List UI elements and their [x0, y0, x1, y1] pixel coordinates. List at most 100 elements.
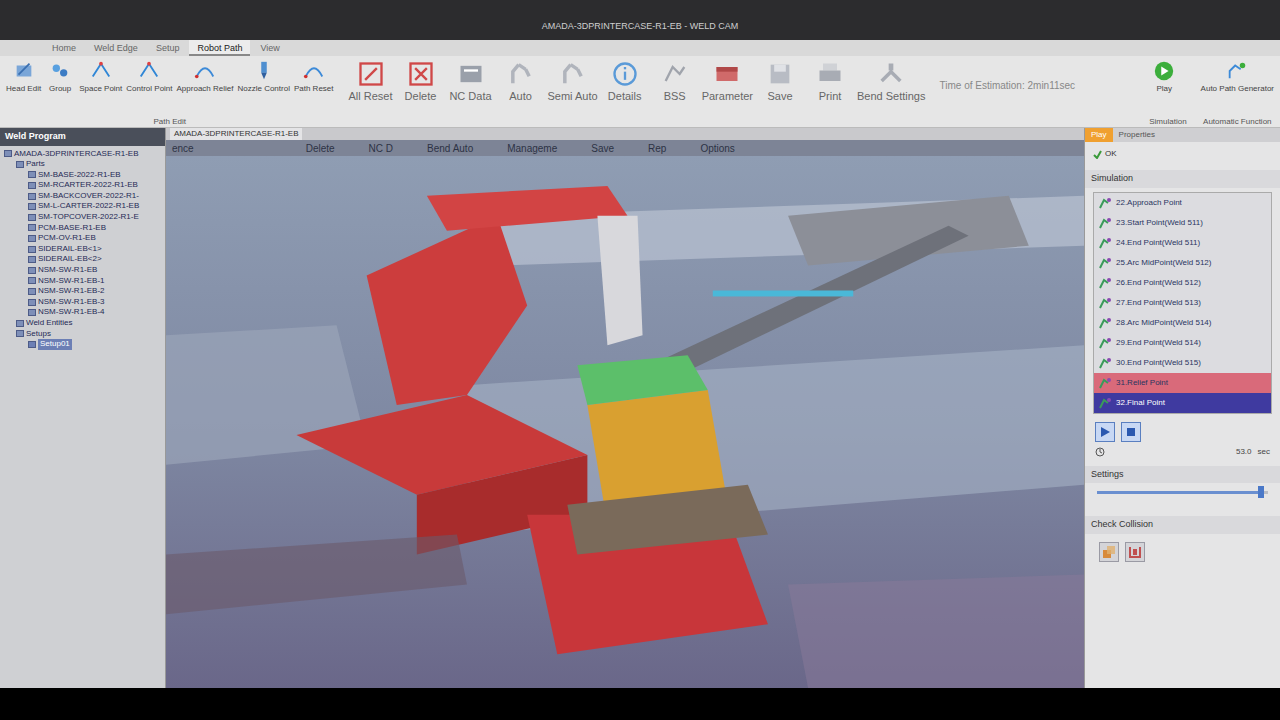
- tree-item[interactable]: Setup01: [2, 339, 163, 350]
- ribbon-button[interactable]: Delete: [398, 58, 444, 127]
- overlay-toolbar-item[interactable]: Options: [694, 141, 740, 156]
- collision-check-button[interactable]: [1099, 542, 1119, 562]
- overlay-toolbar-item[interactable]: Delete: [300, 141, 341, 156]
- tree-item[interactable]: Weld Entities: [2, 318, 163, 329]
- simulation-step[interactable]: 31.Relief Point: [1094, 373, 1271, 393]
- tree-item[interactable]: Setups: [2, 329, 163, 340]
- overlay-toolbar-item[interactable]: NC D: [363, 141, 399, 156]
- node-icon: [28, 267, 36, 274]
- ribbon-button[interactable]: Bend Settings: [857, 58, 926, 127]
- speed-slider[interactable]: [1097, 491, 1268, 494]
- tree-item[interactable]: PCM-BASE-R1-EB: [2, 223, 163, 234]
- panel-tab[interactable]: Play: [1085, 128, 1113, 142]
- ribbon-tab[interactable]: Weld Edge: [86, 40, 146, 56]
- simulation-step[interactable]: 26.End Point(Weld 512): [1094, 273, 1271, 293]
- tree-item[interactable]: PCM-OV-R1-EB: [2, 233, 163, 244]
- overlay-toolbar-item[interactable]: Save: [585, 141, 620, 156]
- ribbon-tab[interactable]: View: [252, 40, 287, 56]
- robot-step-icon: [1098, 376, 1112, 390]
- simulation-step[interactable]: 24.End Point(Weld 511): [1094, 233, 1271, 253]
- tree-item[interactable]: NSM-SW-R1-EB-1: [2, 276, 163, 287]
- ribbon-button[interactable]: Group: [45, 58, 75, 117]
- simulation-step[interactable]: 22.Approach Point: [1094, 193, 1271, 213]
- ribbon-button[interactable]: Semi Auto: [548, 58, 598, 127]
- ribbon-button[interactable]: All Reset: [348, 58, 394, 127]
- ribbon-button[interactable]: Auto Path Generator: [1201, 58, 1274, 117]
- tree-item[interactable]: NSM-SW-R1-EB: [2, 265, 163, 276]
- tree-item[interactable]: SM-BACKCOVER-2022-R1-: [2, 191, 163, 202]
- document-tab[interactable]: AMADA-3DPRINTERCASE-R1-EB: [170, 128, 302, 140]
- window-title: AMADA-3DPRINTERCASE-R1-EB - WELD CAM: [542, 20, 739, 34]
- node-icon: [28, 299, 36, 306]
- weld-program-panel: Weld ProgramAMADA-3DPRINTERCASE-R1-EBPar…: [0, 128, 166, 688]
- 3d-viewport[interactable]: [166, 156, 1084, 688]
- tree-item[interactable]: AMADA-3DPRINTERCASE-R1-EB: [2, 149, 163, 160]
- estimation-label: Time of Estimation:: [940, 80, 1025, 91]
- tree-label: NSM-SW-R1-EB-3: [38, 297, 105, 308]
- tree-item[interactable]: NSM-SW-R1-EB-4: [2, 307, 163, 318]
- overlay-toolbar-item[interactable]: Rep: [642, 141, 672, 156]
- ribbon-tab[interactable]: Home: [44, 40, 84, 56]
- ribbon-button[interactable]: Play: [1149, 58, 1179, 117]
- ribbon-button[interactable]: Space Point: [79, 58, 122, 117]
- play-button[interactable]: [1095, 422, 1115, 442]
- tree-item[interactable]: SM-BASE-2022-R1-EB: [2, 170, 163, 181]
- tree-item[interactable]: SM-L-CARTER-2022-R1-EB: [2, 201, 163, 212]
- ribbon-button[interactable]: Save: [757, 58, 803, 127]
- ok-button[interactable]: OK: [1085, 142, 1280, 164]
- simulation-time: 53.0sec: [1085, 444, 1280, 460]
- tree-item[interactable]: SM-RCARTER-2022-R1-EB: [2, 180, 163, 191]
- tree-label: AMADA-3DPRINTERCASE-R1-EB: [14, 149, 138, 160]
- ribbon-tab[interactable]: Robot Path: [189, 40, 250, 56]
- robot-step-icon: [1098, 256, 1112, 270]
- tree-item[interactable]: SIDERAIL-EB<2>: [2, 254, 163, 265]
- ribbon-button[interactable]: Approach Relief: [177, 58, 234, 117]
- simulation-step[interactable]: 28.Arc MidPoint(Weld 514): [1094, 313, 1271, 333]
- ribbon-button[interactable]: Details: [602, 58, 648, 127]
- ribbon-button[interactable]: Parameter: [702, 58, 753, 127]
- node-icon: [28, 288, 36, 295]
- tree-item[interactable]: NSM-SW-R1-EB-2: [2, 286, 163, 297]
- simulation-step[interactable]: 27.End Point(Weld 513): [1094, 293, 1271, 313]
- ribbon-button[interactable]: Print: [807, 58, 853, 127]
- robot-step-icon: [1098, 276, 1112, 290]
- ribbon-tab[interactable]: Setup: [148, 40, 188, 56]
- ribbon-button[interactable]: Head Edit: [6, 58, 41, 117]
- node-icon: [28, 171, 36, 178]
- simulation-step[interactable]: 23.Start Point(Weld 511): [1094, 213, 1271, 233]
- ribbon-tabs: HomeWeld EdgeSetupRobot PathView: [0, 40, 1280, 56]
- ribbon-button-label: Head Edit: [6, 84, 41, 93]
- overlay-toolbar-item[interactable]: Manageme: [501, 141, 563, 156]
- overlay-toolbar-item[interactable]: ence: [166, 141, 200, 156]
- tree-item[interactable]: SM-TOPCOVER-2022-R1-E: [2, 212, 163, 223]
- stop-button[interactable]: [1121, 422, 1141, 442]
- ribbon-button-label: Print: [819, 90, 842, 102]
- simulation-step[interactable]: 32.Final Point: [1094, 393, 1271, 413]
- auto-icon: [559, 60, 587, 88]
- save-icon: [766, 60, 794, 88]
- ribbon-button[interactable]: Control Point: [126, 58, 172, 117]
- step-label: 25.Arc MidPoint(Weld 512): [1116, 257, 1211, 269]
- ribbon-button[interactable]: BSS: [652, 58, 698, 127]
- ribbon-button[interactable]: Nozzle Control: [237, 58, 289, 117]
- node-icon: [16, 161, 24, 168]
- simulation-step[interactable]: 29.End Point(Weld 514): [1094, 333, 1271, 353]
- tree-item[interactable]: SIDERAIL-EB<1>: [2, 244, 163, 255]
- overlay-toolbar-item[interactable]: Bend Auto: [421, 141, 479, 156]
- step-label: 32.Final Point: [1116, 397, 1165, 409]
- ribbon-group: All ResetDeleteNC DataAutoSemi AutoDetai…: [348, 58, 926, 127]
- slider-knob[interactable]: [1258, 486, 1264, 498]
- workspace: Weld ProgramAMADA-3DPRINTERCASE-R1-EBPar…: [0, 128, 1280, 688]
- collision-setup-button[interactable]: [1125, 542, 1145, 562]
- ribbon-button[interactable]: NC Data: [448, 58, 494, 127]
- simulation-step[interactable]: 25.Arc MidPoint(Weld 512): [1094, 253, 1271, 273]
- ribbon-button[interactable]: Path Reset: [294, 58, 334, 117]
- tree-label: NSM-SW-R1-EB-1: [38, 276, 105, 287]
- step-label: 30.End Point(Weld 515): [1116, 357, 1201, 369]
- ribbon-button[interactable]: Auto: [498, 58, 544, 127]
- tree-item[interactable]: Parts: [2, 159, 163, 170]
- tree-item[interactable]: NSM-SW-R1-EB-3: [2, 297, 163, 308]
- panel-tab[interactable]: Properties: [1113, 128, 1161, 142]
- simulation-step[interactable]: 30.End Point(Weld 515): [1094, 353, 1271, 373]
- ok-label: OK: [1105, 148, 1117, 160]
